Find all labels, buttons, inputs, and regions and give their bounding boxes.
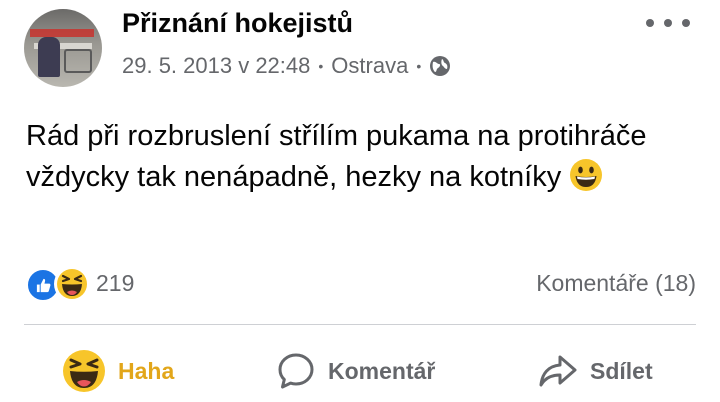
avatar-detail (38, 37, 60, 77)
page-name[interactable]: Přiznání hokejistů (122, 8, 353, 39)
haha-icon (62, 349, 106, 393)
comment-icon (276, 351, 316, 391)
menu-dot (682, 19, 690, 27)
post-meta: 29. 5. 2013 v 22:48 • Ostrava • (122, 53, 451, 79)
comments-count-link[interactable]: Komentáře (18) (536, 270, 696, 297)
reaction-count: 219 (96, 269, 135, 296)
avatar-detail (64, 49, 92, 73)
grinning-face-emoji-icon (569, 158, 603, 192)
reactions-summary[interactable]: 219 (26, 266, 135, 302)
haha-reaction-icon (54, 266, 90, 302)
divider (24, 324, 696, 325)
share-button-label: Sdílet (590, 357, 653, 384)
separator-dot: • (416, 58, 422, 74)
post-location[interactable]: Ostrava (331, 53, 408, 79)
comment-button[interactable]: Komentář (276, 348, 435, 394)
post-text: Rád při rozbruslení střílím pukama na pr… (26, 120, 647, 193)
globe-icon (429, 55, 451, 77)
more-horizontal-icon[interactable] (646, 14, 690, 32)
menu-dot (646, 19, 654, 27)
post-body: Rád při rozbruslení střílím pukama na pr… (26, 116, 696, 198)
menu-dot (664, 19, 672, 27)
separator-dot: • (318, 58, 324, 74)
reaction-icons (26, 266, 92, 302)
avatar-detail (30, 29, 94, 37)
comment-button-label: Komentář (328, 357, 436, 384)
share-icon (538, 351, 578, 391)
share-button[interactable]: Sdílet (538, 348, 653, 394)
page-avatar[interactable] (24, 9, 102, 87)
reaction-button[interactable]: Haha (62, 348, 174, 394)
reaction-button-label: Haha (118, 357, 175, 384)
post-date[interactable]: 29. 5. 2013 v 22:48 (122, 53, 310, 79)
